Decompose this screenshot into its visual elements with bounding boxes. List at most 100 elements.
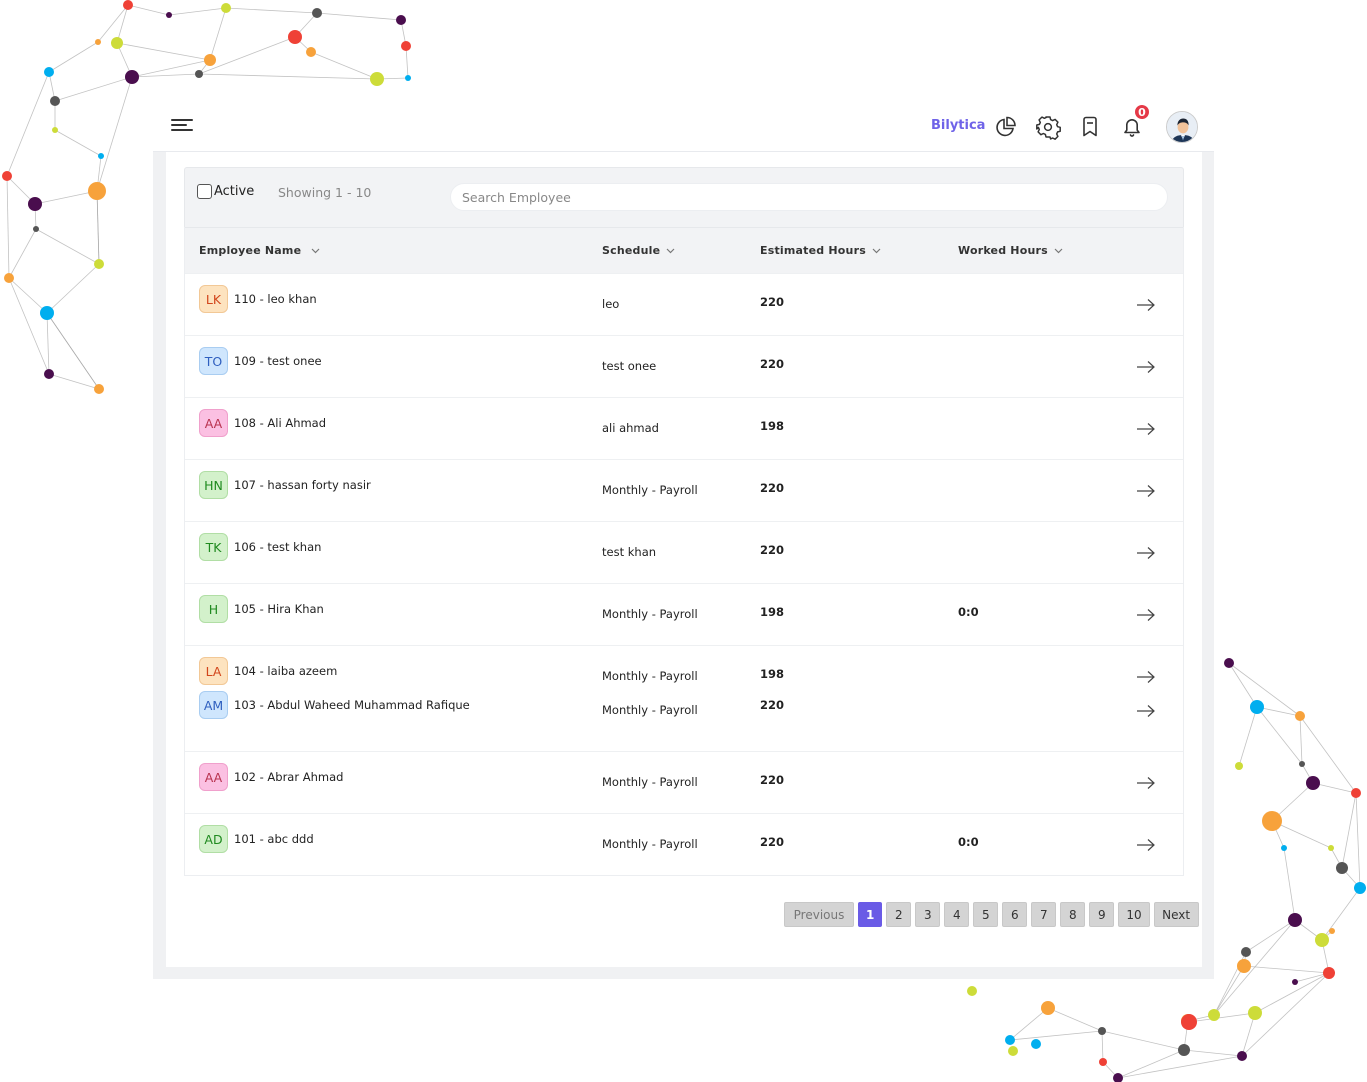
user-avatar[interactable] bbox=[1166, 111, 1198, 143]
table-row[interactable]: HN 107 - hassan forty nasir Monthly - Payr… bbox=[185, 459, 1183, 521]
column-header-worked-hours[interactable]: Worked Hours bbox=[958, 244, 1063, 257]
table-row[interactable]: AA 108 - Ali Ahmad ali ahmad 198 bbox=[185, 397, 1183, 459]
table-row[interactable]: AD 101 - abc ddd Monthly - Payroll 220 0:0 bbox=[185, 813, 1183, 875]
employee-schedule: ali ahmad bbox=[602, 421, 659, 435]
network-node bbox=[1031, 1039, 1041, 1049]
estimated-hours: 220 bbox=[760, 698, 785, 712]
chevron-down-icon bbox=[311, 248, 320, 253]
pie-chart-icon[interactable] bbox=[993, 114, 1019, 140]
column-header-schedule[interactable]: Schedule bbox=[602, 244, 675, 257]
network-node bbox=[44, 67, 54, 77]
page-button-8[interactable]: 8 bbox=[1060, 902, 1086, 927]
network-node bbox=[195, 70, 203, 78]
worked-hours: 0:0 bbox=[958, 835, 979, 849]
employee-schedule: Monthly - Payroll bbox=[602, 837, 698, 851]
next-page-button[interactable]: Next bbox=[1153, 902, 1199, 927]
employee-name[interactable]: 102 - Abrar Ahmad bbox=[234, 770, 343, 784]
page-button-10[interactable]: 10 bbox=[1118, 902, 1150, 927]
network-node bbox=[94, 259, 104, 269]
network-node bbox=[1329, 928, 1335, 934]
arrow-right-icon[interactable] bbox=[1136, 422, 1156, 436]
estimated-hours: 220 bbox=[760, 773, 785, 787]
brand-link[interactable]: Bilytica bbox=[931, 118, 985, 133]
employee-schedule: test khan bbox=[602, 545, 657, 559]
arrow-right-icon[interactable] bbox=[1136, 704, 1156, 718]
arrow-right-icon[interactable] bbox=[1136, 838, 1156, 852]
employee-name[interactable]: 105 - Hira Khan bbox=[234, 602, 324, 616]
network-edge bbox=[1101, 1030, 1104, 1063]
network-node bbox=[401, 41, 411, 51]
network-node bbox=[1005, 1035, 1015, 1045]
network-edge bbox=[46, 312, 50, 375]
gear-icon[interactable] bbox=[1035, 114, 1061, 140]
arrow-right-icon[interactable] bbox=[1136, 298, 1156, 312]
table-header: Employee Name Schedule Estimated Hours W… bbox=[185, 227, 1183, 273]
filter-bar: Active Showing 1 - 10 bbox=[184, 167, 1184, 227]
bookmark-icon[interactable] bbox=[1077, 114, 1103, 140]
active-filter-checkbox[interactable]: Active bbox=[197, 184, 254, 199]
checkbox-box[interactable] bbox=[197, 184, 212, 199]
estimated-hours: 220 bbox=[760, 543, 785, 557]
network-edge bbox=[1213, 965, 1245, 1016]
network-node bbox=[1178, 1044, 1190, 1056]
arrow-right-icon[interactable] bbox=[1136, 608, 1156, 622]
network-edge bbox=[1254, 972, 1330, 1014]
network-node bbox=[1250, 700, 1264, 714]
top-navbar: Bilytica 0 bbox=[153, 102, 1214, 152]
network-edge bbox=[1183, 1049, 1243, 1057]
network-edge bbox=[48, 373, 100, 390]
page-button-5[interactable]: 5 bbox=[973, 902, 999, 927]
network-node bbox=[44, 369, 54, 379]
employee-name[interactable]: 109 - test onee bbox=[234, 354, 322, 368]
network-edge bbox=[8, 277, 48, 314]
estimated-hours: 220 bbox=[760, 357, 785, 371]
table-row[interactable]: AA 102 - Abrar Ahmad Monthly - Payroll 220 bbox=[185, 751, 1183, 813]
arrow-right-icon[interactable] bbox=[1136, 360, 1156, 374]
employee-initials-avatar: AA bbox=[199, 409, 228, 437]
arrow-right-icon[interactable] bbox=[1136, 670, 1156, 684]
network-node bbox=[40, 306, 54, 320]
employee-name[interactable]: 107 - hassan forty nasir bbox=[234, 478, 371, 492]
page-button-3[interactable]: 3 bbox=[915, 902, 941, 927]
chevron-down-icon bbox=[872, 248, 881, 253]
arrow-right-icon[interactable] bbox=[1136, 546, 1156, 560]
search-employee-input[interactable] bbox=[450, 183, 1168, 211]
network-node bbox=[1299, 761, 1305, 767]
table-row[interactable]: TO 109 - test onee test onee 220 bbox=[185, 335, 1183, 397]
page-button-1[interactable]: 1 bbox=[858, 902, 883, 927]
employee-name[interactable]: 106 - test khan bbox=[234, 540, 321, 554]
table-row[interactable]: AM 103 - Abdul Waheed Muhammad Rafique Mon… bbox=[185, 690, 1183, 751]
network-node bbox=[1323, 967, 1335, 979]
page-button-4[interactable]: 4 bbox=[944, 902, 970, 927]
employee-initials-avatar: LA bbox=[199, 657, 228, 685]
page-number-list: 1 2 3 4 5 6 7 8 9 10 bbox=[858, 902, 1150, 927]
column-header-label: Worked Hours bbox=[958, 244, 1048, 257]
employee-name[interactable]: 101 - abc ddd bbox=[234, 832, 314, 846]
column-header-estimated-hours[interactable]: Estimated Hours bbox=[760, 244, 881, 257]
table-row[interactable]: LK 110 - leo khan leo 220 bbox=[185, 273, 1183, 335]
network-edge bbox=[54, 129, 102, 157]
arrow-right-icon[interactable] bbox=[1136, 776, 1156, 790]
table-body: LK 110 - leo khan leo 220 TO 109 - test onee t… bbox=[185, 273, 1183, 875]
employee-name[interactable]: 103 - Abdul Waheed Muhammad Rafique bbox=[234, 698, 470, 712]
employee-initials-avatar: H bbox=[199, 595, 228, 623]
page-button-2[interactable]: 2 bbox=[886, 902, 912, 927]
employee-name[interactable]: 108 - Ali Ahmad bbox=[234, 416, 326, 430]
table-row[interactable]: LA 104 - laiba azeem Monthly - Payroll 198 bbox=[185, 645, 1183, 690]
worked-hours: 0:0 bbox=[958, 605, 979, 619]
menu-icon[interactable] bbox=[171, 116, 193, 136]
previous-page-button[interactable]: Previous bbox=[784, 902, 854, 927]
employee-name[interactable]: 110 - leo khan bbox=[234, 292, 317, 306]
employee-initials-avatar: TO bbox=[199, 347, 228, 375]
page-button-6[interactable]: 6 bbox=[1002, 902, 1028, 927]
page-button-7[interactable]: 7 bbox=[1031, 902, 1057, 927]
column-header-employee-name[interactable]: Employee Name bbox=[199, 244, 320, 257]
pagination: Previous 1 2 3 4 5 6 7 8 9 10 Next bbox=[784, 902, 1199, 927]
page-button-9[interactable]: 9 bbox=[1089, 902, 1115, 927]
arrow-right-icon[interactable] bbox=[1136, 484, 1156, 498]
network-edge bbox=[316, 12, 402, 21]
employee-name[interactable]: 104 - laiba azeem bbox=[234, 664, 337, 678]
table-row[interactable]: TK 106 - test khan test khan 220 bbox=[185, 521, 1183, 583]
network-node bbox=[1237, 959, 1251, 973]
table-row[interactable]: H 105 - Hira Khan Monthly - Payroll 198 0:0 bbox=[185, 583, 1183, 645]
